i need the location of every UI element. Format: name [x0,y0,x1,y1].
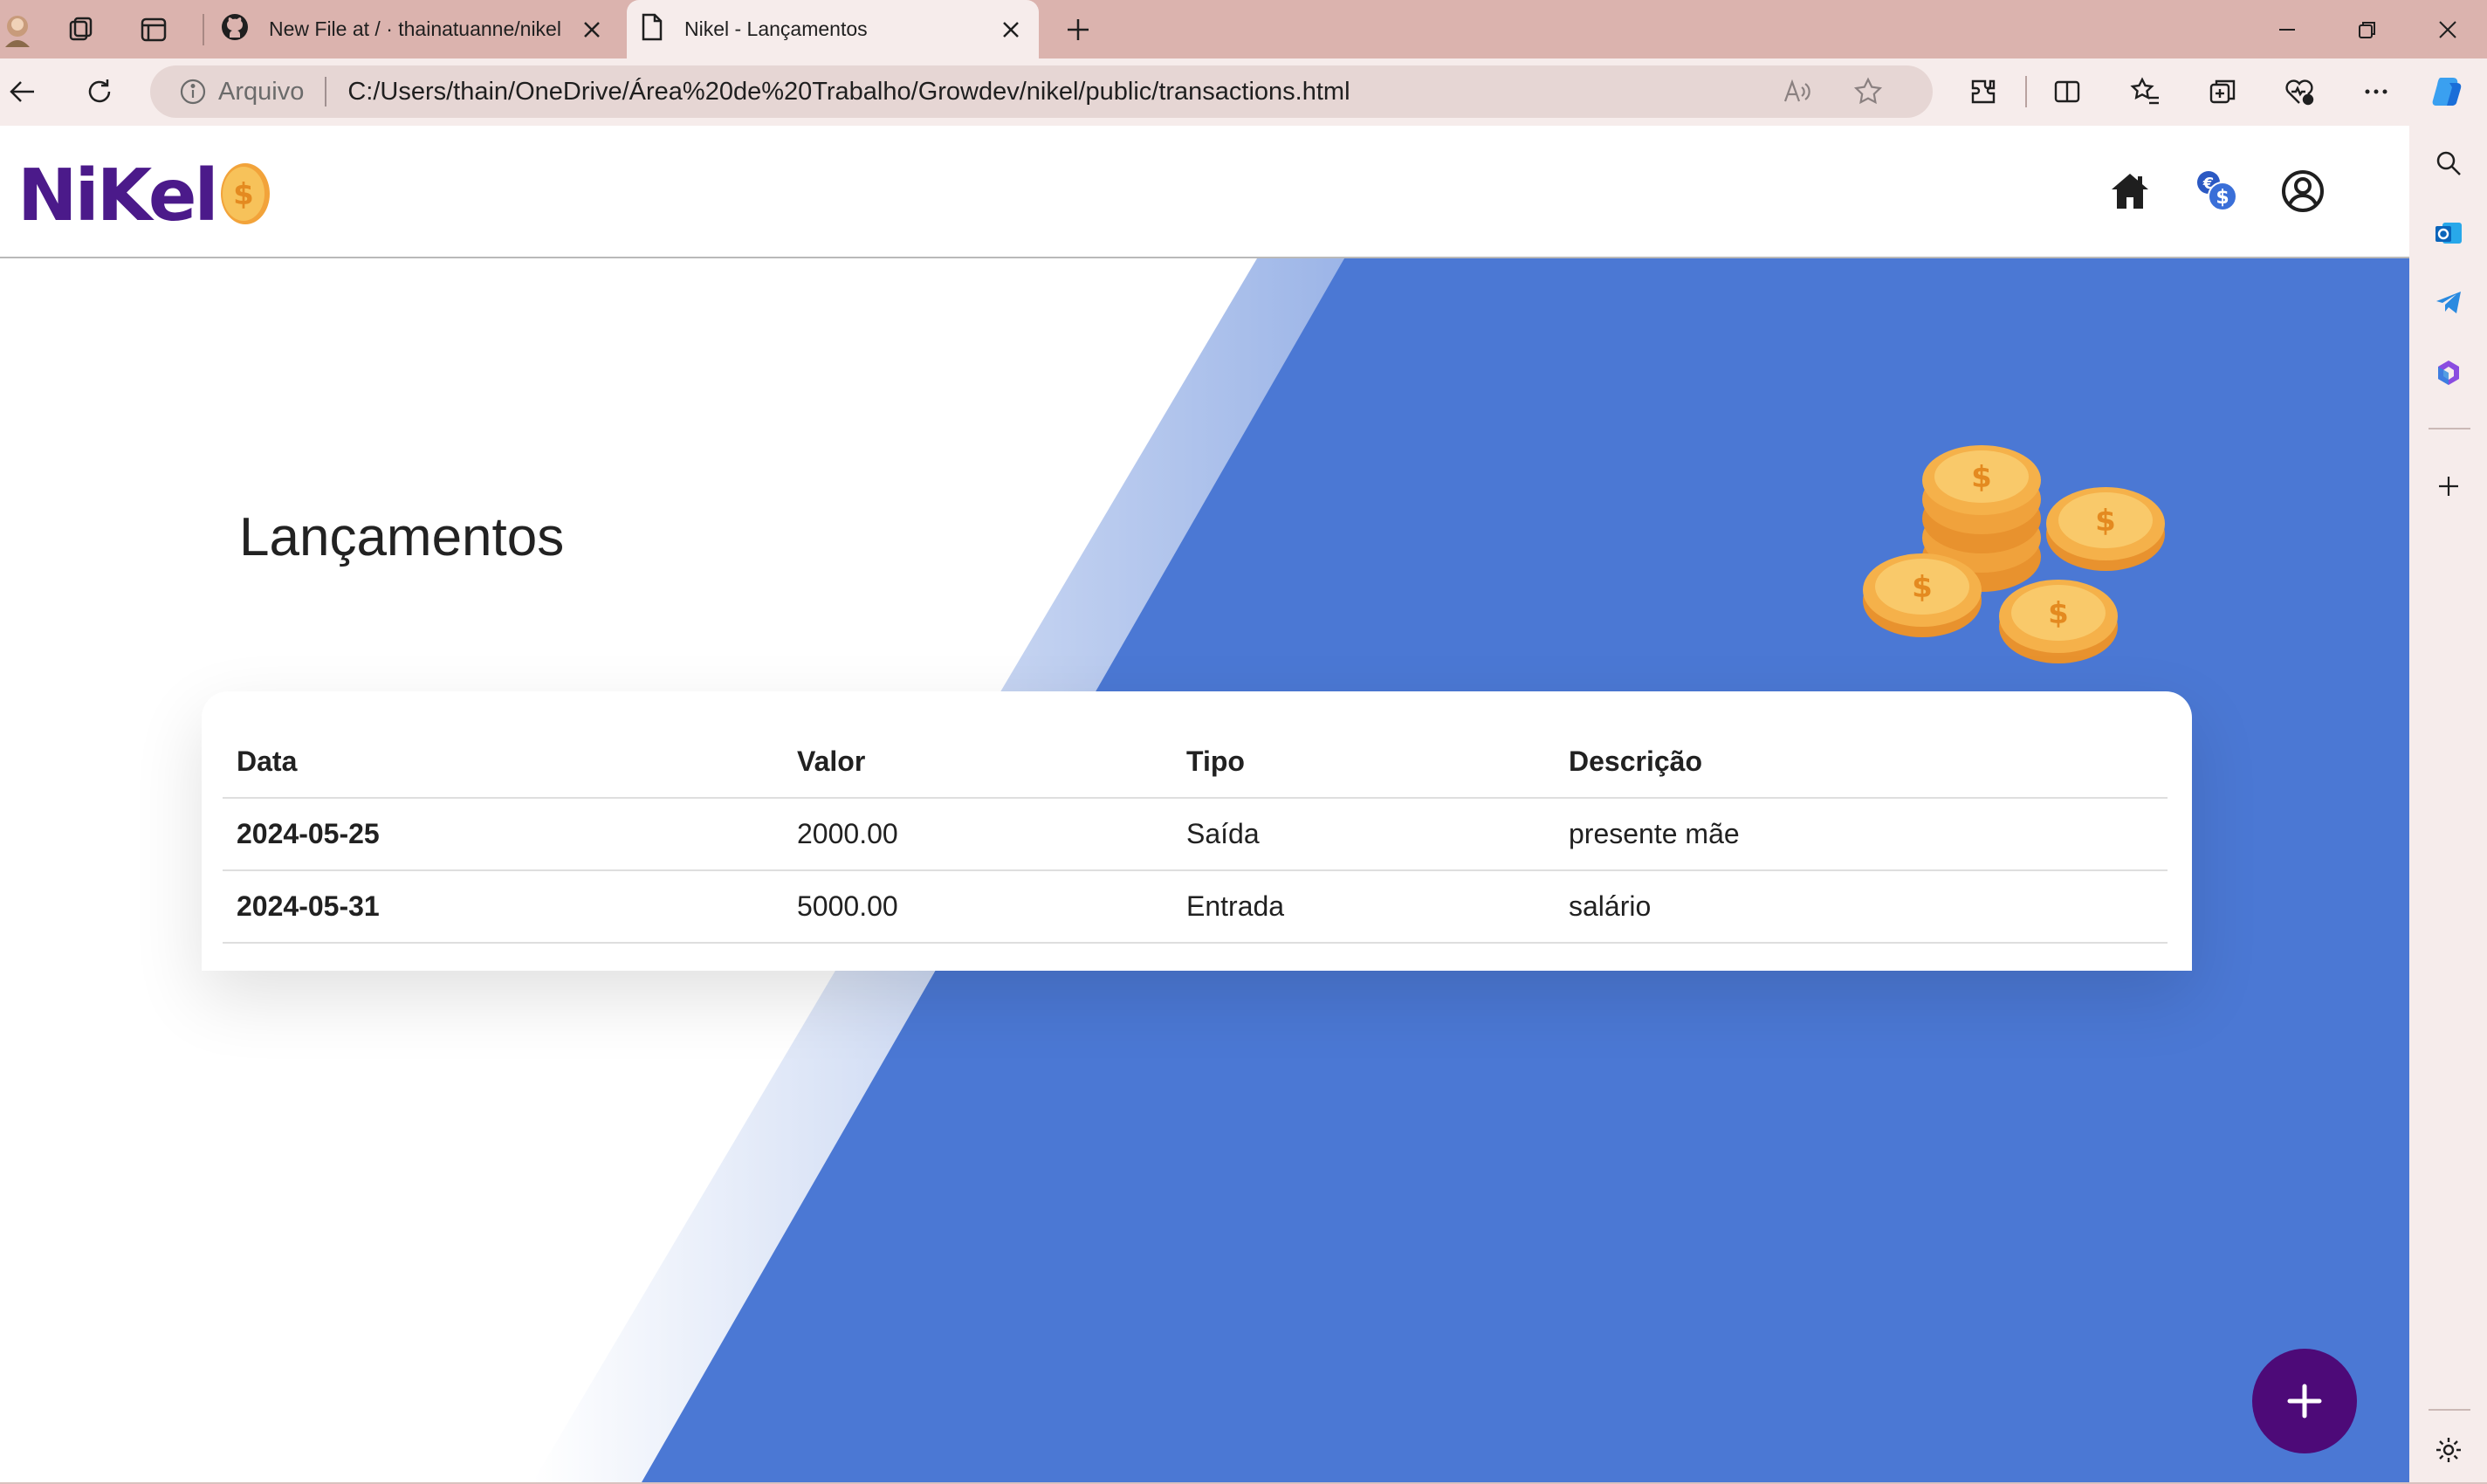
toolbar-separator [2025,76,2027,107]
extensions-icon[interactable] [1964,72,2003,111]
gold-coins-illustration: $ $ $ $ [1851,426,2182,675]
outlook-icon[interactable] [2429,213,2469,253]
sidebar-settings-icon[interactable] [2429,1430,2469,1470]
home-icon[interactable] [2104,165,2156,217]
header-date: Data [237,745,298,777]
svg-text:$: $ [1912,570,1933,605]
page-title: Lançamentos [239,507,565,567]
plus-icon [2287,1384,2322,1419]
row-description: presente mãe [1569,818,1740,849]
tab-title: New File at / · thainatuanne/nikel [269,17,561,40]
row-description: salário [1569,890,1652,922]
row-date: 2024-05-31 [237,890,380,922]
browser-tab-bar: New File at / · thainatuanne/nikel Nikel… [0,0,2487,58]
site-header: NiKel $ € $ [0,126,2409,258]
svg-text:$: $ [2216,187,2229,209]
minimize-icon[interactable] [2268,10,2306,49]
telegram-icon[interactable] [2429,283,2469,323]
svg-text:$: $ [1971,460,1992,495]
favorite-star-icon[interactable] [1851,74,1886,109]
svg-text:$: $ [2048,596,2069,631]
coin-icon: $ [218,161,272,231]
browser-essentials-icon[interactable] [2280,72,2319,111]
header-description: Descrição [1569,745,1702,777]
web-page: NiKel $ € $ Lançamentos $ $ $ $ Data Val… [0,126,2409,1482]
transactions-table: Data Valor Tipo Descrição 2024-05-25 200… [223,726,2168,944]
new-tab-button[interactable] [1059,10,1097,49]
microsoft-365-icon[interactable] [2429,353,2469,393]
refresh-icon[interactable] [80,72,119,111]
profile-avatar[interactable] [0,12,35,47]
search-icon[interactable] [2429,143,2469,183]
collections-icon[interactable] [65,12,100,47]
url-text[interactable]: C:/Users/thain/OneDrive/Área%20de%20Trab… [347,78,1350,106]
back-arrow-icon[interactable] [3,72,42,111]
restore-icon[interactable] [2348,10,2387,49]
logo-text: NiKel [17,154,219,237]
copilot-icon[interactable] [2429,72,2467,111]
read-aloud-icon[interactable] [1779,74,1814,109]
row-date: 2024-05-25 [237,818,380,849]
hero-section: Lançamentos $ $ $ $ Data Valor Tipo Desc… [0,258,2409,1482]
page-document-icon [639,12,665,47]
add-sidebar-app-icon[interactable] [2429,466,2469,506]
table-row: 2024-05-31 5000.00 Entrada salário [223,871,2168,944]
close-window-icon[interactable] [2429,10,2467,49]
github-icon [220,12,250,47]
favorites-icon[interactable] [2126,72,2165,111]
vertical-tabs-icon[interactable] [136,12,171,47]
edge-sidebar [2409,126,2487,1484]
tab-separator [203,14,204,45]
address-divider [325,77,327,106]
header-value: Valor [797,745,866,777]
row-type: Saída [1186,818,1260,849]
table-header-row: Data Valor Tipo Descrição [223,726,2168,799]
svg-text:$: $ [233,177,254,212]
tab-title: Nikel - Lançamentos [684,17,868,40]
address-bar[interactable]: Arquivo C:/Users/thain/OneDrive/Área%20d… [150,65,1933,118]
user-profile-icon[interactable] [2277,165,2329,217]
currency-exchange-icon[interactable]: € $ [2191,165,2243,217]
table-row: 2024-05-25 2000.00 Saída presente mãe [223,799,2168,871]
info-icon[interactable] [178,77,208,106]
transactions-card: Data Valor Tipo Descrição 2024-05-25 200… [202,691,2192,971]
sidebar-divider [2429,1409,2470,1411]
row-value: 2000.00 [797,818,898,849]
tab-nikel[interactable]: Nikel - Lançamentos [627,0,1039,58]
browser-toolbar: Arquivo C:/Users/thain/OneDrive/Área%20d… [0,58,2487,126]
tab-close-icon[interactable] [574,12,609,47]
split-screen-icon[interactable] [2048,72,2086,111]
more-options-icon[interactable] [2357,72,2395,111]
collections-add-icon[interactable] [2203,72,2242,111]
security-label: Arquivo [218,77,305,106]
row-type: Entrada [1186,890,1285,922]
nikel-logo[interactable]: NiKel $ [17,152,272,239]
row-value: 5000.00 [797,890,898,922]
tab-github[interactable]: New File at / · thainatuanne/nikel [210,0,620,58]
sidebar-divider [2429,428,2470,429]
header-type: Tipo [1186,745,1245,777]
add-transaction-button[interactable] [2252,1349,2357,1453]
tab-close-icon[interactable] [993,12,1028,47]
svg-text:$: $ [2095,504,2116,539]
